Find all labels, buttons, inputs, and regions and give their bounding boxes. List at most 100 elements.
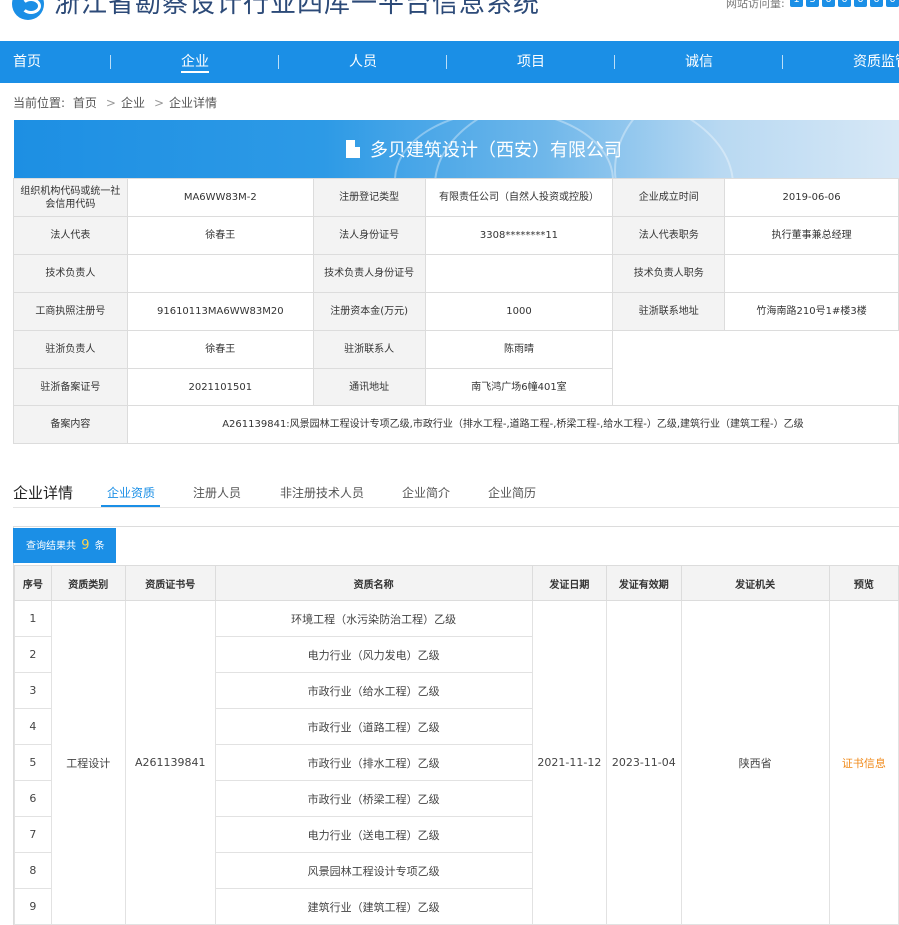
tab-registered-staff[interactable]: 注册人员 <box>193 484 241 501</box>
col-header-authority: 发证机关 <box>680 565 830 601</box>
result-count-suffix: 条 <box>94 541 105 552</box>
cert-info-link[interactable]: 证书信息 <box>828 600 899 925</box>
col-header-category: 资质类别 <box>50 565 126 601</box>
tech-lead-value <box>126 254 314 293</box>
nav-credit[interactable]: 诚信 <box>685 41 713 83</box>
org-code-label: 组织机构代码或统一社会信用代码 <box>13 178 128 217</box>
mail-address-value: 南飞鸿广场6幢401室 <box>424 368 614 406</box>
legal-title-value: 执行董事兼总经理 <box>724 216 899 255</box>
qualification-table: 序号 资质类别 资质证书号 资质名称 发证日期 发证有效期 发证机关 预览 1 … <box>14 565 899 925</box>
tech-title-label: 技术负责人职务 <box>612 254 726 293</box>
nav-qualification-supervision[interactable]: 资质监管 <box>853 41 899 83</box>
legal-id-value: 3308********11 <box>424 216 614 255</box>
breadcrumb-current: 企业详情 <box>169 96 218 110</box>
legal-rep-label: 法人代表 <box>13 216 128 255</box>
tech-title-value <box>724 254 899 293</box>
breadcrumb-label: 当前位置: <box>13 96 66 110</box>
founded-value: 2019-06-06 <box>724 178 899 217</box>
visit-digit: 0 <box>822 0 835 7</box>
row-number: 8 <box>14 852 52 889</box>
nav-projects[interactable]: 项目 <box>517 41 545 83</box>
row-number: 4 <box>14 708 52 745</box>
cert-number: A261139841 <box>124 600 216 925</box>
qual-name: 电力行业（风力发电）乙级 <box>214 636 533 673</box>
table-row: 1 工程设计 A261139841 环境工程（水污染防治工程）乙级 2021-1… <box>14 600 899 925</box>
qual-name: 市政行业（桥梁工程）乙级 <box>214 780 533 817</box>
site-header: 浙江省勘察设计行业四库一平台信息系统 网站访问量: 1 3 0 0 0 0 0 … <box>0 0 899 41</box>
capital-value: 1000 <box>424 292 614 331</box>
qual-name: 市政行业（排水工程）乙级 <box>214 744 533 781</box>
col-header-cert-no: 资质证书号 <box>124 565 216 601</box>
row-number: 1 <box>14 600 52 637</box>
company-info-table: 组织机构代码或统一社会信用代码 MA6WW83M-2 注册登记类型 有限责任公司… <box>13 178 899 444</box>
qual-category: 工程设计 <box>50 600 126 925</box>
zj-contact-value: 陈雨晴 <box>424 330 614 369</box>
tech-lead-label: 技术负责人 <box>13 254 128 293</box>
issuing-authority: 陕西省 <box>680 600 830 925</box>
breadcrumb-enterprise[interactable]: 企业 <box>121 96 145 110</box>
tab-non-registered-staff[interactable]: 非注册技术人员 <box>280 484 364 501</box>
qual-name: 市政行业（道路工程）乙级 <box>214 708 533 745</box>
biz-reg-value: 91610113MA6WW83M20 <box>126 292 314 331</box>
col-header-preview: 预览 <box>828 565 899 601</box>
visit-digit: 0 <box>886 0 899 7</box>
issue-date: 2021-11-12 <box>531 600 608 925</box>
breadcrumb-home[interactable]: 首页 <box>73 96 97 110</box>
zj-contact-label: 驻浙联系人 <box>312 330 426 369</box>
col-header-valid-until: 发证有效期 <box>606 565 682 601</box>
reg-type-value: 有限责任公司（自然人投资或控股） <box>424 178 614 217</box>
row-number: 5 <box>14 744 52 781</box>
qual-name: 市政行业（给水工程）乙级 <box>214 672 533 709</box>
row-number: 7 <box>14 816 52 853</box>
visit-digit: 0 <box>870 0 883 7</box>
qual-name: 环境工程（水污染防治工程）乙级 <box>214 600 533 637</box>
active-tab-indicator <box>101 505 160 507</box>
nav-enterprise[interactable]: 企业 <box>181 41 209 83</box>
tab-company-history[interactable]: 企业简历 <box>488 484 536 501</box>
zj-address-label: 驻浙联系地址 <box>612 292 726 331</box>
nav-home[interactable]: 首页 <box>13 41 41 83</box>
row-number: 6 <box>14 780 52 817</box>
org-code-value: MA6WW83M-2 <box>126 178 314 217</box>
filing-content-value: A261139841:风景园林工程设计专项乙级,市政行业（排水工程-,道路工程-… <box>126 405 899 444</box>
building-icon <box>344 140 360 158</box>
visit-digit: 0 <box>838 0 851 7</box>
valid-until: 2023-11-04 <box>606 600 682 925</box>
founded-label: 企业成立时间 <box>612 178 726 217</box>
filing-content-label: 备案内容 <box>13 405 128 444</box>
row-number: 3 <box>14 672 52 709</box>
legal-title-label: 法人代表职务 <box>612 216 726 255</box>
col-header-qual-name: 资质名称 <box>214 565 533 601</box>
result-count: 9 <box>81 538 90 553</box>
legal-id-label: 法人身份证号 <box>312 216 426 255</box>
visit-digit: 3 <box>806 0 819 7</box>
visit-counter: 1 3 0 0 0 0 0 0 <box>790 0 899 7</box>
site-logo-icon <box>12 0 44 20</box>
visit-digit: 1 <box>790 0 803 7</box>
result-count-prefix: 查询结果共 <box>26 541 76 552</box>
zj-address-value: 竹海南路210号1#楼3楼 <box>724 292 899 331</box>
qual-name: 建筑行业（建筑工程）乙级 <box>214 888 533 925</box>
qual-name: 风景园林工程设计专项乙级 <box>214 852 533 889</box>
tech-id-label: 技术负责人身份证号 <box>312 254 426 293</box>
tab-company-intro[interactable]: 企业简介 <box>402 484 450 501</box>
visit-count-label: 网站访问量: <box>726 0 785 10</box>
col-header-no: 序号 <box>14 565 52 601</box>
breadcrumb: 当前位置: 首页 > 企业 > 企业详情 <box>13 96 218 110</box>
zj-filing-label: 驻浙备案证号 <box>13 368 128 406</box>
tech-id-value <box>424 254 614 293</box>
row-number: 2 <box>14 636 52 673</box>
legal-rep-value: 徐春王 <box>126 216 314 255</box>
qual-name: 电力行业（送电工程）乙级 <box>214 816 533 853</box>
capital-label: 注册资本金(万元) <box>312 292 426 331</box>
company-banner: 多贝建筑设计（西安）有限公司 <box>14 120 899 178</box>
tab-qualifications[interactable]: 企业资质 <box>107 484 155 501</box>
visit-digit: 0 <box>854 0 867 7</box>
zj-filing-value: 2021101501 <box>126 368 314 406</box>
zj-lead-value: 徐春王 <box>126 330 314 369</box>
row-number: 9 <box>14 888 52 925</box>
mail-address-label: 通讯地址 <box>312 368 426 406</box>
tabs-divider <box>13 507 899 508</box>
nav-personnel[interactable]: 人员 <box>349 41 377 83</box>
zj-lead-label: 驻浙负责人 <box>13 330 128 369</box>
